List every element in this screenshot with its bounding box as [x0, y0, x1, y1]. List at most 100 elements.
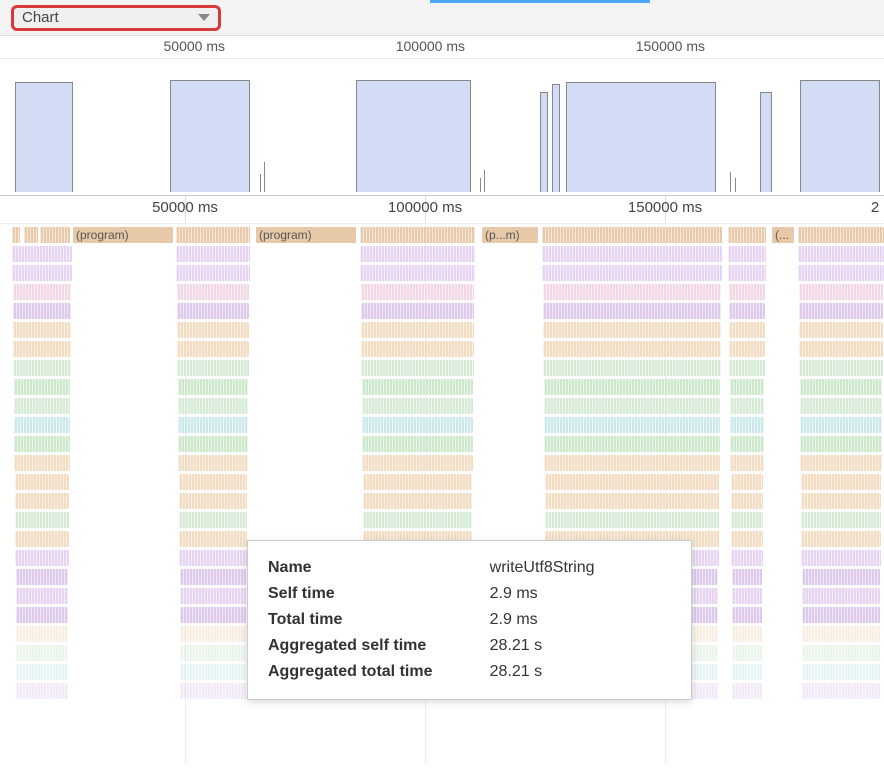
flame-bar[interactable] [802, 607, 880, 623]
flame-bar[interactable] [798, 246, 884, 262]
flame-bar[interactable] [360, 227, 475, 243]
flame-bar[interactable] [176, 246, 250, 262]
flame-bar[interactable] [15, 474, 70, 490]
flame-bar[interactable] [362, 436, 473, 452]
flame-bar[interactable] [180, 588, 246, 604]
flame-bar[interactable] [16, 645, 68, 661]
flame-bar[interactable] [180, 607, 246, 623]
flame-bar[interactable] [800, 417, 882, 433]
flame-bar[interactable] [728, 227, 766, 243]
flame-bar[interactable] [800, 436, 882, 452]
flame-bar[interactable] [178, 417, 248, 433]
flame-bar[interactable] [799, 303, 883, 319]
flame-bar[interactable] [13, 341, 71, 357]
flame-bar[interactable] [802, 626, 880, 642]
flame-bar-program[interactable]: (... [772, 227, 794, 243]
flame-bar[interactable] [542, 265, 721, 281]
flame-bar[interactable] [801, 512, 881, 528]
flame-bar[interactable] [732, 626, 762, 642]
flame-bar[interactable] [802, 664, 880, 680]
flame-bar[interactable] [799, 341, 883, 357]
flame-bar[interactable] [802, 588, 880, 604]
flame-bar[interactable] [801, 474, 882, 490]
flame-bar[interactable] [544, 417, 720, 433]
flame-bar[interactable] [177, 341, 249, 357]
flame-bar[interactable] [544, 455, 719, 471]
flame-bar[interactable] [14, 398, 70, 414]
flame-bar[interactable] [177, 303, 249, 319]
flame-bar[interactable] [802, 683, 880, 699]
flame-bar[interactable] [180, 683, 246, 699]
flame-bar[interactable] [14, 379, 71, 395]
flame-bar[interactable] [24, 227, 38, 243]
flame-bar[interactable] [728, 246, 766, 262]
flame-bar[interactable] [362, 398, 473, 414]
flame-bar[interactable] [179, 512, 247, 528]
flame-bar[interactable] [542, 246, 722, 262]
flame-bar[interactable] [13, 303, 71, 319]
flame-bar[interactable] [178, 436, 248, 452]
flame-bar[interactable] [801, 531, 881, 547]
flame-bar[interactable] [729, 360, 764, 376]
flame-bar[interactable] [13, 284, 72, 300]
flame-bar[interactable] [13, 322, 71, 338]
cpu-overview[interactable]: 50000 ms 100000 ms 150000 ms [0, 36, 884, 196]
flame-bar[interactable] [800, 379, 883, 395]
flame-bar[interactable] [179, 531, 247, 547]
flame-bar[interactable] [731, 474, 764, 490]
flame-bar[interactable] [801, 493, 881, 509]
flame-bar[interactable] [361, 322, 474, 338]
flame-bar[interactable] [363, 512, 472, 528]
flame-bar[interactable] [543, 322, 721, 338]
flame-bar[interactable] [732, 607, 762, 623]
flame-bar[interactable] [12, 227, 20, 243]
flame-bar[interactable] [544, 398, 720, 414]
flame-bar[interactable] [176, 265, 249, 281]
flame-bar[interactable] [545, 512, 719, 528]
flame-bar[interactable] [361, 303, 474, 319]
flame-bar[interactable] [798, 265, 883, 281]
flame-bar[interactable] [16, 626, 68, 642]
flame-bar[interactable] [360, 246, 475, 262]
flame-bar-program[interactable]: (program) [73, 227, 173, 243]
flame-bar[interactable] [40, 227, 70, 243]
flame-bar[interactable] [800, 455, 881, 471]
flame-bar[interactable] [545, 474, 720, 490]
flame-bar[interactable] [179, 474, 248, 490]
flame-bar[interactable] [545, 493, 719, 509]
flame-bar[interactable] [729, 341, 765, 357]
flame-bar[interactable] [361, 341, 474, 357]
flame-bar[interactable] [799, 284, 884, 300]
flame-bar[interactable] [180, 645, 246, 661]
flame-bar[interactable] [176, 227, 250, 243]
flame-bar[interactable] [14, 417, 70, 433]
flame-bar[interactable] [178, 379, 249, 395]
flame-bar[interactable] [729, 322, 765, 338]
view-mode-select[interactable]: Chart [11, 5, 221, 31]
flame-bar[interactable] [732, 588, 762, 604]
flame-bar-program[interactable]: (program) [256, 227, 356, 243]
flame-bar[interactable] [360, 265, 474, 281]
flame-bar[interactable] [15, 550, 68, 566]
flame-bar[interactable] [732, 664, 762, 680]
flame-bar[interactable] [802, 569, 881, 585]
flame-bar[interactable] [542, 227, 722, 243]
flame-bar[interactable] [732, 645, 762, 661]
flame-bar[interactable] [15, 493, 69, 509]
flame-bar[interactable] [179, 550, 246, 566]
flame-bar[interactable] [14, 436, 70, 452]
flame-bar[interactable] [15, 531, 69, 547]
flame-bar[interactable] [730, 455, 763, 471]
flame-bar[interactable] [729, 284, 766, 300]
flame-bar[interactable] [180, 664, 246, 680]
flame-bar[interactable] [16, 683, 68, 699]
flame-bar[interactable] [731, 493, 763, 509]
flame-bar[interactable] [178, 398, 248, 414]
flame-bar[interactable] [544, 436, 720, 452]
flame-bar[interactable] [544, 379, 721, 395]
flame-bar[interactable] [179, 493, 247, 509]
flame-bar[interactable] [798, 227, 884, 243]
flame-bar[interactable] [177, 284, 250, 300]
flame-bar[interactable] [800, 398, 882, 414]
flame-bar[interactable] [12, 246, 72, 262]
